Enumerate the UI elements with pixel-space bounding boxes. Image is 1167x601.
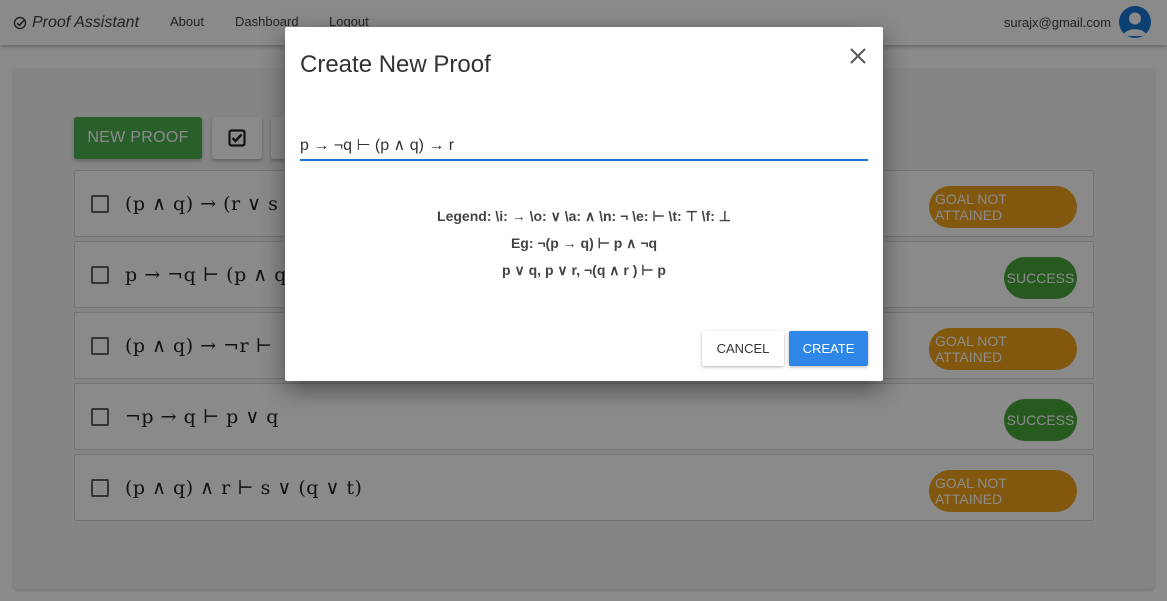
cancel-button[interactable]: CANCEL	[702, 331, 784, 366]
create-button[interactable]: CREATE	[789, 331, 868, 366]
close-button[interactable]	[847, 45, 869, 67]
close-icon	[850, 48, 866, 64]
legend-symbols: Legend: \i: → \o: ∨ \a: ∧ \n: ¬ \e: ⊢ \t…	[437, 208, 731, 224]
dialog-title: Create New Proof	[300, 51, 491, 78]
legend-example: Eg: ¬(p → q) ⊢ p ∧ ¬q	[510, 235, 658, 251]
legend-example-2: p ∨ q, p ∨ r, ¬(q ∧ r ) ⊢ p	[502, 262, 666, 278]
create-proof-dialog: Create New Proof Legend: \i: → \o: ∨ \a:…	[285, 27, 883, 381]
legend: Legend: \i: → \o: ∨ \a: ∧ \n: ¬ \e: ⊢ \t…	[285, 205, 883, 286]
proof-formula-input[interactable]	[300, 123, 868, 161]
